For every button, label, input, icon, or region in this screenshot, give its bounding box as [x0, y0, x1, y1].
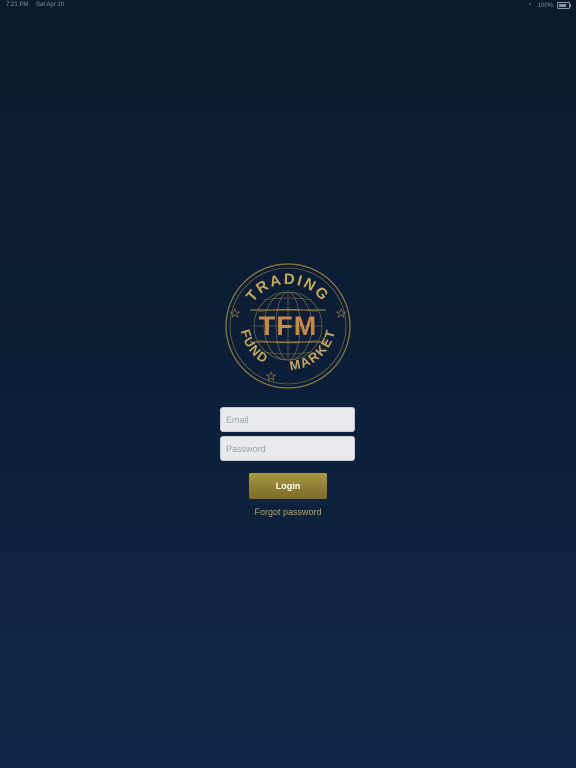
email-field[interactable] — [220, 407, 355, 432]
battery-icon — [557, 2, 571, 9]
tfm-logo: TRADING FUND MARKET TFM — [225, 263, 351, 389]
status-bar: 7:21 PM Sat Apr 20 ◔ 100% — [0, 0, 576, 12]
status-right: ◔ 100% — [527, 2, 571, 9]
battery-percent: 100% — [537, 2, 553, 9]
status-left: 7:21 PM Sat Apr 20 — [6, 2, 70, 8]
logo-center-text: TFM — [259, 311, 317, 341]
forgot-password-link[interactable]: Forgot password — [238, 507, 338, 517]
password-field[interactable] — [220, 436, 355, 461]
status-date: Sat Apr 20 — [36, 2, 65, 8]
login-button[interactable]: Login — [249, 473, 327, 499]
status-time: 7:21 PM — [6, 2, 29, 8]
wifi-icon: ◔ — [527, 2, 532, 8]
